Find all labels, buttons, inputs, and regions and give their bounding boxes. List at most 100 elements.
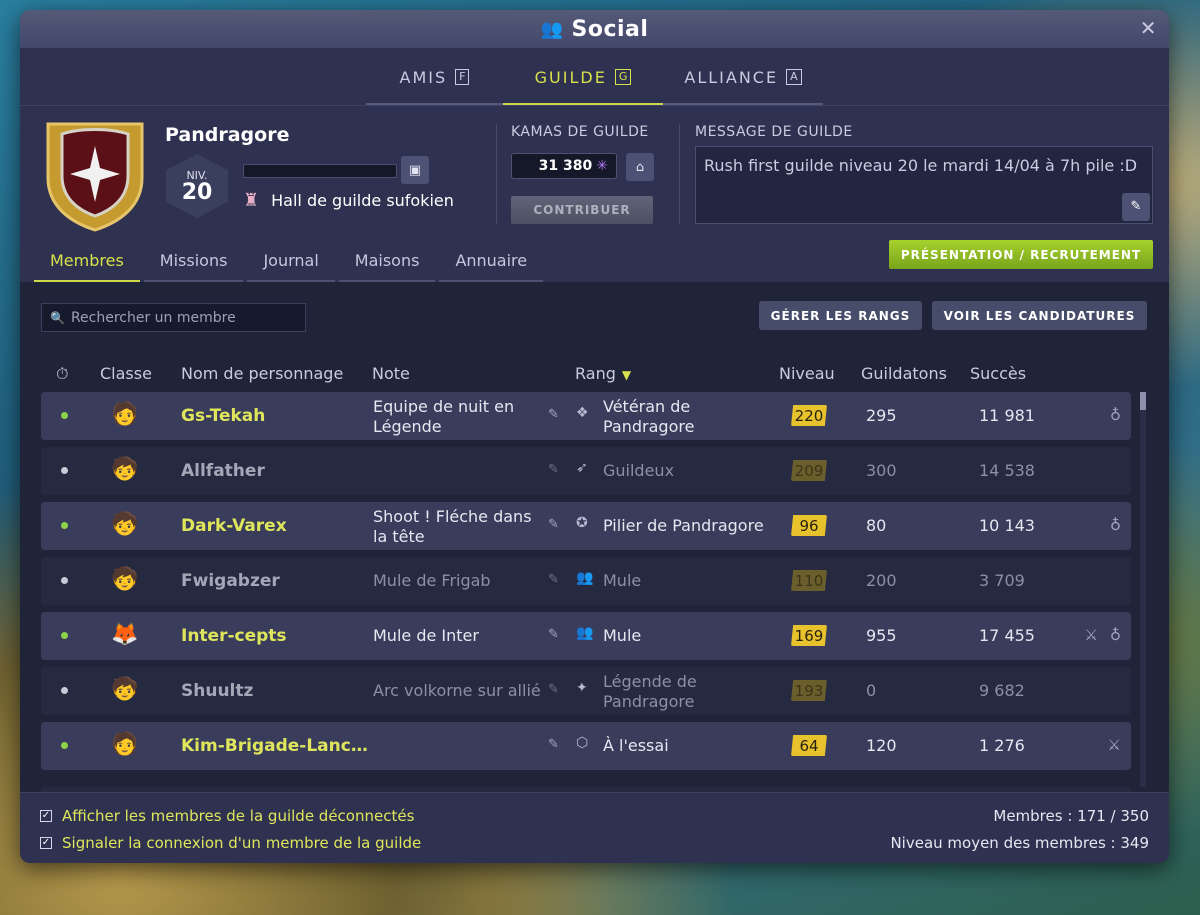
- table-row[interactable]: 🧒 Fwigabzer Mule de Frigab ✎ 👥 Mule 110 …: [41, 557, 1131, 605]
- member-note: Arc volkorne sur allié: [373, 681, 541, 700]
- last-seen-column-icon[interactable]: ⏱: [56, 364, 68, 384]
- tab-amis[interactable]: AMIS F: [366, 51, 503, 105]
- member-extras: ♁: [1081, 516, 1121, 534]
- status-dot: [61, 522, 68, 529]
- close-icon[interactable]: ✕: [1140, 16, 1157, 40]
- chest-button[interactable]: ▣: [401, 156, 429, 184]
- column-success[interactable]: Succès: [970, 364, 1026, 383]
- member-success: 10 143: [979, 516, 1035, 535]
- member-rank[interactable]: Mule: [603, 571, 783, 591]
- table-row[interactable]: 🧒 Allfather ✎ ➶ Guildeux 209 300 14 538: [41, 447, 1131, 495]
- rank-icon: ❖: [576, 405, 589, 421]
- table-row[interactable]: 🧑 Gs-Tekah Equipe de nuit en Légende ✎ ❖…: [41, 392, 1131, 440]
- level-badge: 193: [791, 680, 827, 701]
- class-avatar-icon: 🦊: [111, 622, 139, 647]
- edit-note-icon[interactable]: ✎: [548, 462, 559, 477]
- scrollbar[interactable]: [1140, 392, 1146, 787]
- member-name[interactable]: Shuultz: [181, 681, 253, 701]
- manage-ranks-button[interactable]: GÉRER LES RANGS: [759, 301, 922, 330]
- member-guildatons: 80: [866, 516, 887, 535]
- guild-name: Pandragore: [165, 124, 290, 146]
- class-avatar-icon: 🧒: [111, 512, 139, 537]
- table-row[interactable]: 🦊 Inter-cepts Mule de Inter ✎ 👥 Mule 169…: [41, 612, 1131, 660]
- table-row[interactable]: 🧒 Dark-Varex Shoot ! Fléche dans la tête…: [41, 502, 1131, 550]
- tab-maisons[interactable]: Maisons: [338, 240, 436, 282]
- tab-membres[interactable]: Membres: [34, 240, 140, 282]
- show-offline-checkbox[interactable]: ✓ Afficher les membres de la guilde décon…: [40, 807, 414, 825]
- edit-note-icon[interactable]: ✎: [548, 517, 559, 532]
- member-name[interactable]: Gs-Tekah: [181, 406, 265, 426]
- member-rank[interactable]: Vétéran de Pandragore: [603, 397, 783, 437]
- table-row[interactable]: 🧑 Kim-Brigade-Lanc… ✎ ⬡ À l'essai 64 120…: [41, 722, 1131, 770]
- footer: ✓ Afficher les membres de la guilde décon…: [20, 792, 1169, 863]
- member-guildatons: 295: [866, 406, 897, 425]
- tab-annuaire[interactable]: Annuaire: [439, 240, 544, 282]
- key-hint: A: [786, 69, 802, 85]
- hall-icon: ♜: [243, 190, 260, 211]
- members-list: 🔍 Rechercher un membre GÉRER LES RANGS VO…: [20, 282, 1169, 797]
- member-rank[interactable]: Pilier de Pandragore: [603, 516, 783, 536]
- edit-note-icon[interactable]: ✎: [548, 682, 559, 697]
- see-applications-button[interactable]: VOIR LES CANDIDATURES: [932, 301, 1147, 330]
- sub-tabs: Membres Missions Journal Maisons Annuair…: [34, 240, 544, 282]
- level-badge: 110: [791, 570, 827, 591]
- member-note: Mule de Frigab: [373, 571, 491, 590]
- column-level[interactable]: Niveau: [779, 364, 835, 383]
- column-guildatons[interactable]: Guildatons: [861, 364, 947, 383]
- guild-xp-bar: [243, 164, 397, 178]
- tab-journal[interactable]: Journal: [247, 240, 335, 282]
- column-rank-label: Rang: [575, 364, 616, 383]
- pouch-icon: ♁: [1110, 626, 1121, 644]
- scrollbar-thumb[interactable]: [1140, 392, 1146, 410]
- class-avatar-icon: 🧒: [111, 457, 139, 482]
- guild-header: Pandragore NIV. 20 ▣ ♜ Hall de guilde su…: [20, 106, 1169, 284]
- edit-icon: ✎: [1130, 199, 1142, 214]
- level-badge: 209: [791, 460, 827, 481]
- edit-note-icon[interactable]: ✎: [548, 407, 559, 422]
- notify-connect-checkbox[interactable]: ✓ Signaler la connexion d'un membre de la…: [40, 834, 421, 852]
- member-rank[interactable]: Guildeux: [603, 461, 783, 481]
- status-dot: [61, 412, 68, 419]
- member-guildatons: 120: [866, 736, 897, 755]
- contribute-button[interactable]: CONTRIBUER: [511, 196, 653, 224]
- shop-icon: ⌂: [635, 159, 645, 175]
- rank-icon: 👥: [576, 625, 594, 641]
- edit-message-button[interactable]: ✎: [1122, 193, 1150, 221]
- title-bar: 👥 Social ✕: [20, 10, 1169, 48]
- guild-hall[interactable]: ♜ Hall de guilde sufokien: [243, 190, 454, 211]
- column-class[interactable]: Classe: [100, 364, 152, 383]
- level-badge: 96: [791, 515, 827, 536]
- member-name[interactable]: Kim-Brigade-Lanc…: [181, 736, 368, 756]
- column-name[interactable]: Nom de personnage: [181, 364, 343, 383]
- column-note[interactable]: Note: [372, 364, 410, 383]
- member-name[interactable]: Inter-cepts: [181, 626, 287, 646]
- member-name[interactable]: Allfather: [181, 461, 265, 481]
- presentation-button[interactable]: PRÉSENTATION / RECRUTEMENT: [889, 240, 1153, 269]
- member-name[interactable]: Fwigabzer: [181, 571, 280, 591]
- member-success: 9 682: [979, 681, 1025, 700]
- shop-button[interactable]: ⌂: [626, 153, 654, 181]
- tab-guilde[interactable]: GUILDE G: [503, 51, 663, 105]
- status-dot: [61, 577, 68, 584]
- edit-note-icon[interactable]: ✎: [548, 572, 559, 587]
- member-rank[interactable]: Légende de Pandragore: [603, 672, 783, 712]
- member-guildatons: 0: [866, 681, 877, 700]
- table-row[interactable]: 🧒 Shuultz Arc volkorne sur allié ✎ ✦ Lég…: [41, 667, 1131, 715]
- crossed-swords-icon: ⚔: [1107, 736, 1121, 754]
- guild-emblem: [46, 122, 144, 232]
- member-success: 3 709: [979, 571, 1025, 590]
- level-badge: 169: [791, 625, 827, 646]
- kama-icon: ✳: [596, 158, 608, 174]
- edit-note-icon[interactable]: ✎: [548, 627, 559, 642]
- edit-note-icon[interactable]: ✎: [548, 737, 559, 752]
- tab-missions[interactable]: Missions: [143, 240, 244, 282]
- member-rank[interactable]: Mule: [603, 626, 783, 646]
- member-name[interactable]: Dark-Varex: [181, 516, 287, 536]
- member-rank[interactable]: À l'essai: [603, 736, 783, 756]
- column-rank[interactable]: Rang ▼: [575, 364, 631, 383]
- search-input[interactable]: 🔍 Rechercher un membre: [41, 303, 306, 332]
- pouch-icon: ♁: [1110, 406, 1121, 424]
- level-badge: 220: [791, 405, 827, 426]
- tab-alliance[interactable]: ALLIANCE A: [663, 51, 823, 105]
- level-value: 20: [181, 179, 213, 205]
